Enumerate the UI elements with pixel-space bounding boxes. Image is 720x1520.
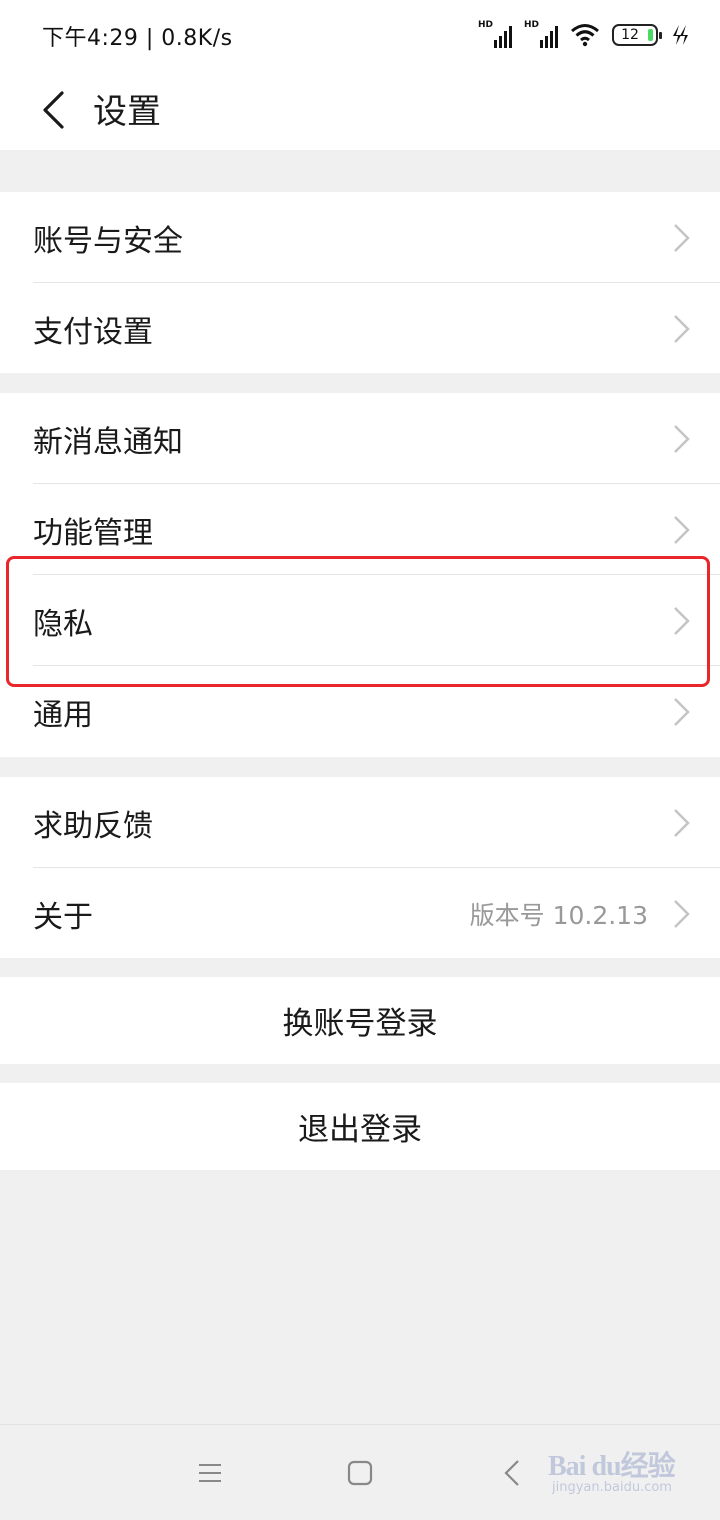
battery-icon: 12 [612,24,662,46]
page-title: 设置 [93,92,161,132]
signal-hd-tag: HD [478,20,494,30]
chevron-right-icon [674,809,690,837]
settings-item-label: 新消息通知 [33,424,183,460]
switch-account-label: 换账号登录 [282,1006,438,1042]
settings-item-label: 支付设置 [33,314,153,350]
settings-item-label: 求助反馈 [33,808,153,844]
baidu-watermark: Bai du经验 jingyan.baidu.com [548,1436,708,1506]
chevron-right-icon [674,224,690,252]
watermark-url: jingyan.baidu.com [552,1480,672,1495]
home-button[interactable] [340,1453,380,1493]
home-square-icon [347,1460,373,1486]
logout-button[interactable]: 退出登录 [0,1083,720,1170]
status-time-speed: 下午4:29 | 0.8K/s [42,26,233,51]
menu-button[interactable] [190,1453,230,1493]
signal-hd-icon: HD [478,20,512,48]
chevron-right-icon [674,516,690,544]
status-icons: HD HD 12 [478,18,690,52]
settings-item-label: 功能管理 [33,515,153,551]
settings-item-account-security[interactable]: 账号与安全 [0,192,720,283]
settings-group-account: 账号与安全 支付设置 [0,192,720,373]
chevron-right-icon [674,315,690,343]
chevron-right-icon [674,900,690,928]
switch-account-button[interactable]: 换账号登录 [0,977,720,1064]
signal-hd-tag: HD [524,20,540,30]
chevron-right-icon [674,425,690,453]
nav-back-button[interactable] [492,1453,532,1493]
version-text: 版本号 10.2.13 [469,900,648,930]
battery-level: 12 [621,27,639,43]
settings-item-notifications[interactable]: 新消息通知 [0,393,720,484]
settings-group-help: 求助反馈 关于 版本号 10.2.13 [0,777,720,958]
wifi-icon [571,24,599,47]
status-bar: 下午4:29 | 0.8K/s HD HD 12 [0,0,720,70]
settings-screen: 下午4:29 | 0.8K/s HD HD 12 设置 账号与安全 支付设置 新… [0,0,720,1520]
title-bar: 设置 [0,70,720,150]
settings-item-label: 账号与安全 [33,223,183,259]
settings-item-about[interactable]: 关于 版本号 10.2.13 [0,868,720,959]
settings-item-label: 关于 [33,899,93,935]
signal-hd-icon: HD [524,20,558,48]
settings-item-feedback[interactable]: 求助反馈 [0,777,720,868]
settings-item-payment[interactable]: 支付设置 [0,283,720,374]
back-button[interactable] [28,80,78,140]
highlight-box [6,556,710,687]
menu-icon [199,1464,221,1482]
back-triangle-icon [504,1460,519,1486]
logout-label: 退出登录 [298,1112,422,1148]
chevron-right-icon [674,698,690,726]
watermark-brand: Bai du经验 [548,1451,676,1482]
charging-icon [673,25,688,45]
back-chevron-icon [43,91,64,129]
settings-item-label: 通用 [33,697,93,733]
